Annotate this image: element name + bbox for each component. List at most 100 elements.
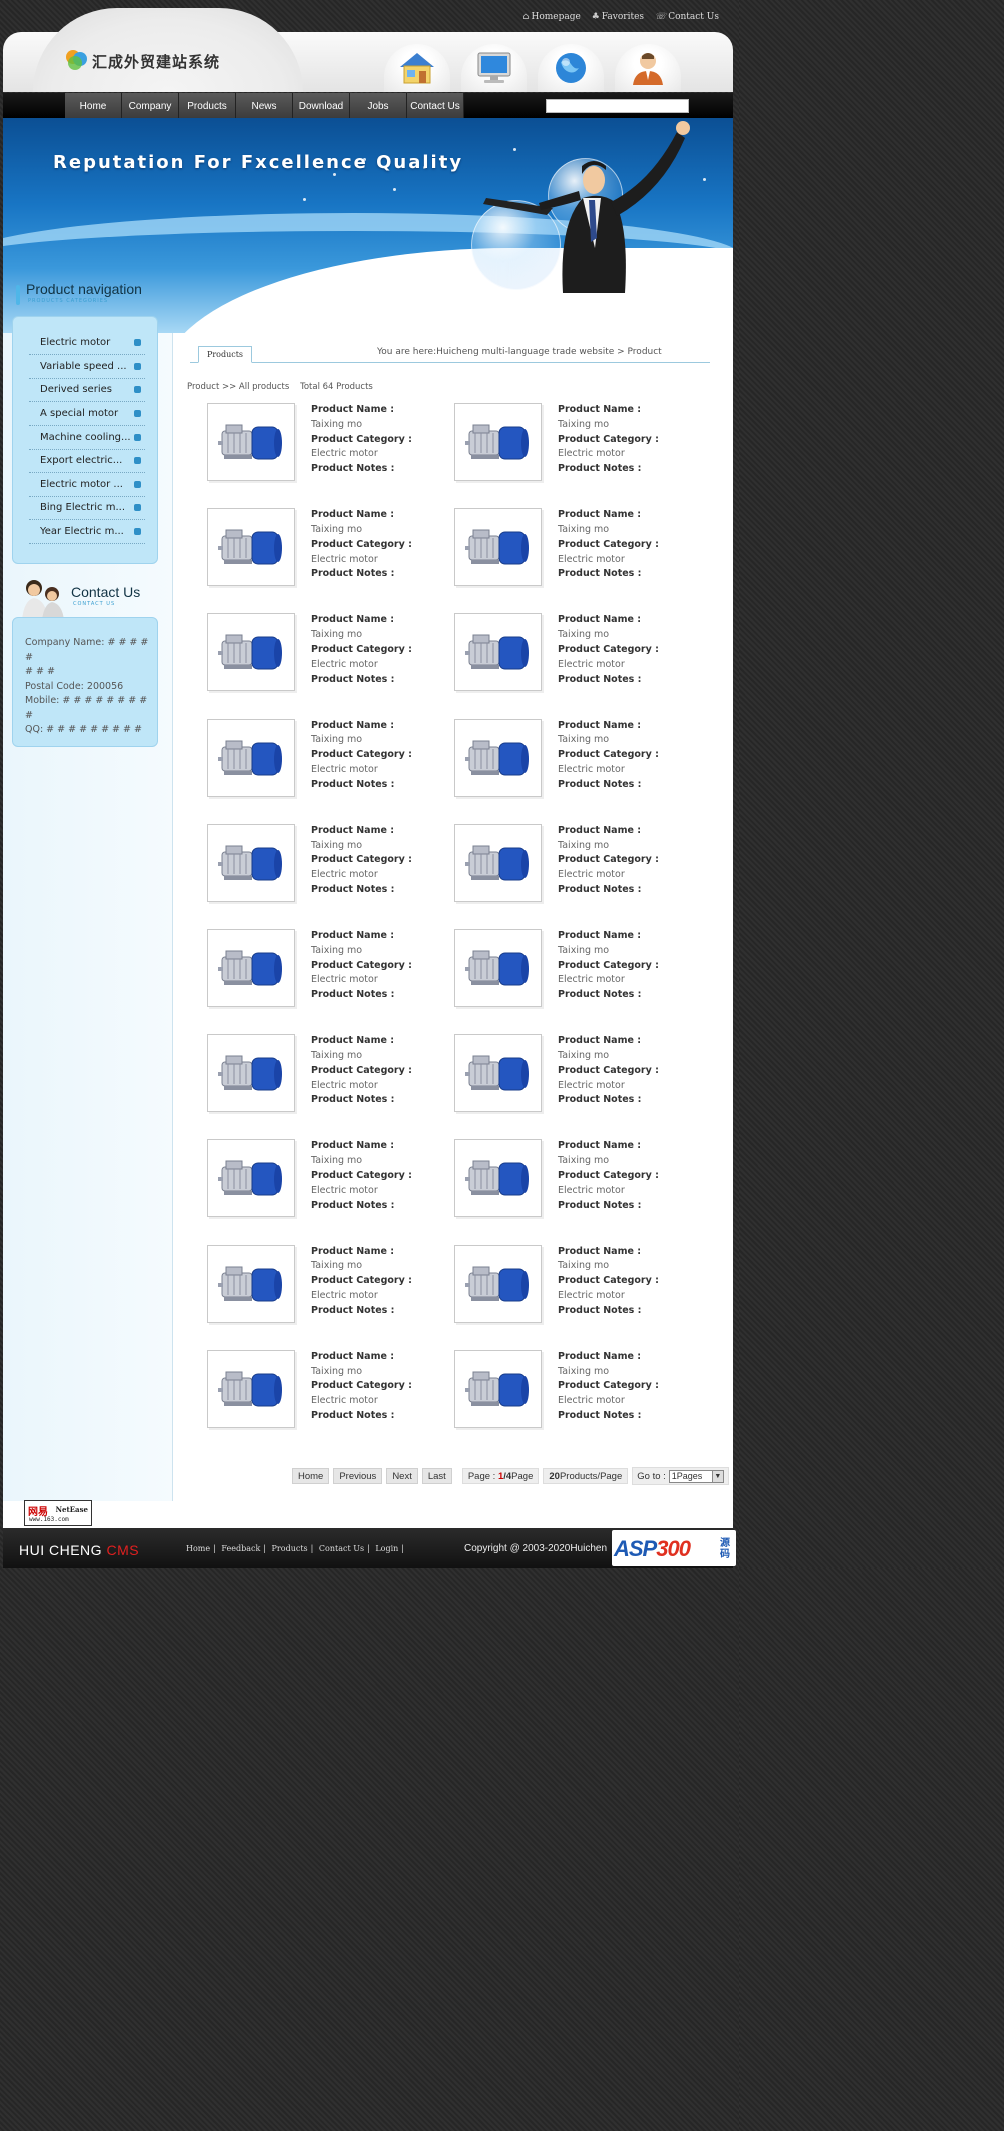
product-card[interactable]: Product Name : Taixing mo Product Category… <box>454 1349 694 1440</box>
tab-products[interactable]: Products <box>198 346 252 363</box>
product-name-value[interactable]: Taixing mo <box>311 1154 412 1169</box>
category-item[interactable]: A special motor <box>29 404 145 426</box>
footer-link-login[interactable]: Login <box>375 1544 398 1553</box>
product-image[interactable] <box>454 613 542 692</box>
product-category-label: Product Category : <box>558 1064 659 1076</box>
product-card[interactable]: Product Name : Taixing mo Product Category… <box>207 1244 447 1335</box>
product-info: Product Name : Taixing mo Product Category… <box>311 719 412 793</box>
category-item[interactable]: Year Electric m... <box>29 522 145 544</box>
product-card[interactable]: Product Name : Taixing mo Product Category… <box>207 1139 447 1229</box>
product-card[interactable]: Product Name : Taixing mo Product Category… <box>207 1349 447 1440</box>
category-item[interactable]: Machine cooling... <box>29 428 145 450</box>
product-name-value[interactable]: Taixing mo <box>558 628 659 643</box>
goto-page-select[interactable]: 1Pages ▼ <box>668 1469 724 1483</box>
product-name-value[interactable]: Taixing mo <box>311 523 412 538</box>
product-card[interactable]: Product Name : Taixing mo Product Category… <box>454 823 694 914</box>
footer-link-feedback[interactable]: Feedback <box>221 1544 260 1553</box>
product-name-value[interactable]: Taixing mo <box>311 1049 412 1064</box>
product-name-value[interactable]: Taixing mo <box>558 839 659 854</box>
product-card[interactable]: Product Name : Taixing mo Product Category… <box>454 1244 694 1335</box>
product-image[interactable] <box>454 1139 542 1218</box>
product-image[interactable] <box>207 929 295 1007</box>
product-image[interactable] <box>207 1244 295 1323</box>
product-card[interactable]: Product Name : Taixing mo Product Category… <box>207 718 447 809</box>
product-image[interactable] <box>207 613 295 692</box>
product-notes-label: Product Notes : <box>558 1409 642 1421</box>
product-image[interactable] <box>207 823 295 902</box>
netease-badge[interactable]: 网易 NetEase www.163.com <box>24 1500 92 1526</box>
pager-next-button[interactable]: Next <box>386 1468 418 1484</box>
asp300-watermark: ASP300 源码 <box>612 1530 736 1566</box>
pager-previous-button[interactable]: Previous <box>333 1468 383 1484</box>
product-card[interactable]: Product Name : Taixing mo Product Category… <box>454 1139 694 1229</box>
product-notes-label: Product Notes : <box>558 673 642 685</box>
product-category-value: Electric motor <box>311 553 378 565</box>
product-card[interactable]: Product Name : Taixing mo Product Category… <box>207 508 447 598</box>
category-item[interactable]: Electric motor ... <box>29 475 145 497</box>
pager-last-button[interactable]: Last <box>421 1468 452 1484</box>
product-name-value[interactable]: Taixing mo <box>311 628 412 643</box>
page-indicator: Page : 1/4Page <box>461 1468 540 1484</box>
product-card[interactable]: Product Name : Taixing mo Product Category… <box>454 1034 694 1124</box>
category-list: Electric motor Variable speed ... Derive… <box>12 316 158 564</box>
product-name-value[interactable]: Taixing mo <box>558 944 659 959</box>
product-image[interactable] <box>454 718 542 797</box>
product-image[interactable] <box>454 1244 542 1323</box>
product-name-value[interactable]: Taixing mo <box>558 1154 659 1169</box>
product-category-value: Electric motor <box>311 869 378 881</box>
product-image[interactable] <box>454 508 542 587</box>
product-name-label: Product Name : <box>311 1035 395 1047</box>
product-name-value[interactable]: Taixing mo <box>558 1365 659 1380</box>
product-card[interactable]: Product Name : Taixing mo Product Category… <box>454 718 694 809</box>
product-card[interactable]: Product Name : Taixing mo Product Category… <box>454 403 694 493</box>
product-card[interactable]: Product Name : Taixing mo Product Category… <box>207 613 447 703</box>
product-image[interactable] <box>207 508 295 587</box>
product-name-value[interactable]: Taixing mo <box>311 1259 412 1274</box>
product-image[interactable] <box>207 1139 295 1218</box>
product-card[interactable]: Product Name : Taixing mo Product Category… <box>454 613 694 703</box>
product-name-value[interactable]: Taixing mo <box>558 523 659 538</box>
product-image[interactable] <box>207 1034 295 1113</box>
product-name-value[interactable]: Taixing mo <box>311 1365 412 1380</box>
product-card[interactable]: Product Name : Taixing mo Product Category… <box>207 929 447 1019</box>
product-category-value: Electric motor <box>311 448 378 460</box>
product-category-value: Electric motor <box>558 974 625 986</box>
category-item[interactable]: Electric motor <box>29 333 145 355</box>
product-name-value[interactable]: Taixing mo <box>311 944 412 959</box>
product-name-value[interactable]: Taixing mo <box>558 1259 659 1274</box>
pager-home-button[interactable]: Home <box>292 1468 330 1484</box>
footer-link-contact[interactable]: Contact Us <box>319 1544 364 1553</box>
product-card[interactable]: Product Name : Taixing mo Product Category… <box>454 508 694 598</box>
product-name-value[interactable]: Taixing mo <box>558 418 659 433</box>
product-card[interactable]: Product Name : Taixing mo Product Category… <box>207 403 447 493</box>
category-item[interactable]: Variable speed ... <box>29 357 145 379</box>
product-image[interactable] <box>454 1349 542 1428</box>
product-category-value: Electric motor <box>558 1079 625 1091</box>
contact-company: Company Name: # # # # # <box>25 637 149 663</box>
product-image[interactable] <box>454 1034 542 1113</box>
footer-link-products[interactable]: Products <box>272 1544 308 1553</box>
product-name-value[interactable]: Taixing mo <box>558 1049 659 1064</box>
product-card[interactable]: Product Name : Taixing mo Product Category… <box>454 929 694 1019</box>
contact-title: Contact Us <box>71 584 141 600</box>
category-item[interactable]: Derived series <box>29 380 145 402</box>
product-category-value: Electric motor <box>558 763 625 775</box>
product-image[interactable] <box>207 1349 295 1428</box>
product-image[interactable] <box>454 823 542 902</box>
product-image[interactable] <box>207 718 295 797</box>
product-image[interactable] <box>454 929 542 1007</box>
product-image[interactable] <box>454 403 542 481</box>
product-name-value[interactable]: Taixing mo <box>311 839 412 854</box>
product-card[interactable]: Product Name : Taixing mo Product Category… <box>207 823 447 914</box>
product-name-value[interactable]: Taixing mo <box>311 418 412 433</box>
category-item[interactable]: Export electric... <box>29 451 145 473</box>
product-card[interactable]: Product Name : Taixing mo Product Category… <box>207 1034 447 1124</box>
product-name-value[interactable]: Taixing mo <box>558 733 659 748</box>
product-name-value[interactable]: Taixing mo <box>311 733 412 748</box>
nav-home[interactable]: Home <box>65 93 122 118</box>
footer-link-home[interactable]: Home <box>186 1544 210 1553</box>
category-item[interactable]: Bing Electric m... <box>29 498 145 520</box>
nav-company[interactable]: Company <box>122 93 179 118</box>
product-image[interactable] <box>207 403 295 481</box>
product-info: Product Name : Taixing mo Product Category… <box>558 508 659 582</box>
